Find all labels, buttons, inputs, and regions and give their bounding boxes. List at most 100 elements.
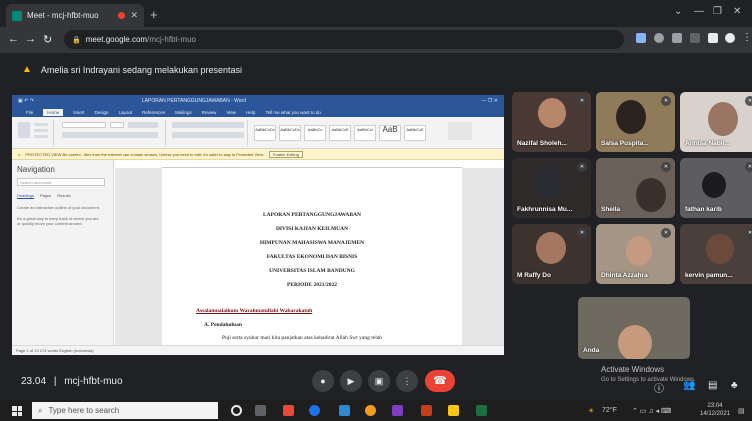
style-heading1[interactable]: AaBbCc [304, 125, 326, 141]
list-icons[interactable] [172, 122, 244, 128]
style-heading3[interactable]: AaBbCcI [354, 125, 376, 141]
word-tab-file[interactable]: File [26, 110, 33, 115]
mail-icon[interactable] [339, 405, 350, 416]
style-title[interactable]: AaB [379, 125, 401, 141]
participant-tile[interactable]: ✕ Fakhrunnisa Mu... [512, 158, 591, 218]
info-icon[interactable]: ⓘ [654, 380, 664, 395]
cortana-icon[interactable] [231, 405, 242, 416]
nav-tab-headings[interactable]: Headings [17, 193, 34, 199]
style-subtitle[interactable]: AaBbCcE [404, 125, 426, 141]
editing-group[interactable] [448, 122, 472, 140]
browser-tab[interactable]: Meet - mcj-hfbt-muo ✕ [6, 4, 144, 27]
navigation-title: Navigation [17, 165, 55, 174]
extension-icon[interactable] [690, 33, 700, 43]
mic-muted-icon: ✕ [661, 96, 671, 106]
font-name-field[interactable] [62, 122, 106, 128]
minimize-icon[interactable]: — [694, 6, 704, 17]
participant-tile[interactable]: ✕ kervin pamun... [680, 224, 752, 284]
style-heading2[interactable]: AaBbCcE [329, 125, 351, 141]
chevron-down-icon[interactable]: ⌄ [674, 6, 682, 17]
office-icon[interactable] [283, 405, 294, 416]
navigation-search-input[interactable]: Search document [17, 178, 105, 186]
excel-icon[interactable] [476, 405, 487, 416]
microphone-icon: ● [320, 376, 326, 386]
mic-toggle-button[interactable]: ● [312, 370, 334, 392]
style-normal[interactable]: AaBbCcDc [254, 125, 276, 141]
nav-tab-pages[interactable]: Pages [40, 193, 51, 199]
participant-video [616, 100, 646, 134]
word-tab-review[interactable]: Review [202, 110, 217, 115]
new-tab-button[interactable]: + [150, 7, 158, 22]
taskbar-clock[interactable]: 23:04 14/12/2021 [700, 402, 730, 418]
windows-start-icon[interactable] [12, 406, 22, 416]
taskbar-search[interactable]: ⌕ Type here to search [32, 402, 218, 419]
camera-in-use-icon[interactable] [636, 33, 646, 43]
puzzle-icon[interactable] [708, 33, 718, 43]
camera-toggle-button[interactable]: ▶ [340, 370, 362, 392]
close-window-icon[interactable]: ✕ [733, 6, 741, 17]
navigation-help-2: It's a great way to keep track of where … [17, 216, 99, 226]
leave-call-button[interactable]: ☎ [425, 370, 455, 392]
copy-icon[interactable] [34, 129, 48, 132]
forward-icon[interactable]: → [25, 33, 36, 45]
word-tab-layout[interactable]: Layout [119, 110, 133, 115]
back-icon[interactable]: ← [8, 33, 19, 45]
format-painter-icon[interactable] [34, 135, 48, 138]
more-options-button[interactable]: ⋮ [396, 370, 418, 392]
mic-muted-icon: ✕ [745, 228, 752, 238]
onenote-icon[interactable] [392, 405, 403, 416]
word-tab-home[interactable]: Home [43, 108, 64, 116]
edge-icon[interactable] [309, 405, 320, 416]
share-icon[interactable] [654, 33, 664, 43]
paste-icon[interactable] [18, 122, 30, 138]
self-view-tile[interactable]: Anda [578, 297, 690, 359]
profile-avatar[interactable] [725, 33, 735, 43]
participant-tile[interactable]: ✕ fathan karib [680, 158, 752, 218]
participant-name: Annisa Nabil... [685, 140, 730, 147]
word-tab-mailings[interactable]: Mailings [175, 110, 192, 115]
participant-name: M Raffy Do [517, 272, 551, 279]
tab-close-icon[interactable]: ✕ [130, 10, 138, 21]
powerpoint-icon[interactable] [421, 405, 432, 416]
notification-icon[interactable]: ▤ [738, 407, 745, 415]
doc-line-4: FAKULTAS EKONOMI DAN BISNIS [266, 254, 358, 260]
enable-editing-button[interactable]: Enable Editing [269, 150, 303, 158]
word-tab-references[interactable]: References [142, 110, 165, 115]
align-icons[interactable] [172, 132, 244, 138]
nav-tab-results[interactable]: Results [57, 193, 70, 199]
maximize-icon[interactable]: ❐ [713, 6, 722, 17]
cut-icon[interactable] [34, 123, 48, 126]
participant-name: kervin pamun... [685, 272, 733, 279]
participant-tile[interactable]: ✕ Dhinta Azzahra [596, 224, 675, 284]
url-domain: meet.google.com [85, 35, 148, 44]
reload-icon[interactable]: ↻ [43, 33, 52, 46]
task-view-icon[interactable] [255, 405, 266, 416]
star-icon[interactable] [672, 33, 682, 43]
participant-tile[interactable]: ✕ Nazifal Sholeh... [512, 92, 591, 152]
style-no-spacing[interactable]: AaBbCcDc [279, 125, 301, 141]
system-tray-icons[interactable]: ⌃ ▭ ♫ ◂ ⌨ [632, 407, 671, 415]
participant-tile[interactable]: ✕ Annisa Nabil... [680, 92, 752, 152]
word-tab-design[interactable]: Design [95, 110, 109, 115]
mic-muted-icon: ✕ [661, 228, 671, 238]
font-format-icons[interactable] [62, 132, 158, 138]
ruler [162, 160, 462, 168]
chrome-icon[interactable] [365, 405, 376, 416]
word-tell-me[interactable]: Tell me what you want to do [265, 110, 321, 115]
word-tab-help[interactable]: Help [246, 110, 255, 115]
font-size-field[interactable] [110, 122, 124, 128]
present-button[interactable]: ▣ [368, 370, 390, 392]
word-tab-view[interactable]: View [226, 110, 236, 115]
activities-icon[interactable]: ♣ [731, 380, 738, 391]
participant-tile[interactable]: ✕ Sheila [596, 158, 675, 218]
menu-icon[interactable]: ⋮ [742, 32, 752, 43]
taskbar-search-placeholder: Type here to search [48, 406, 120, 415]
font-grow-icon[interactable] [128, 122, 158, 128]
participant-tile[interactable]: ✕ Salsa Puspita... [596, 92, 675, 152]
people-icon[interactable]: 👥 [683, 380, 695, 391]
participant-tile[interactable]: ✕ M Raffy Do [512, 224, 591, 284]
file-explorer-icon[interactable] [448, 405, 459, 416]
word-tab-insert[interactable]: Insert [73, 110, 84, 115]
address-bar[interactable]: 🔒 meet.google.com/mcj-hfbt-muo [64, 30, 624, 49]
chat-icon[interactable]: ▤ [708, 380, 717, 391]
